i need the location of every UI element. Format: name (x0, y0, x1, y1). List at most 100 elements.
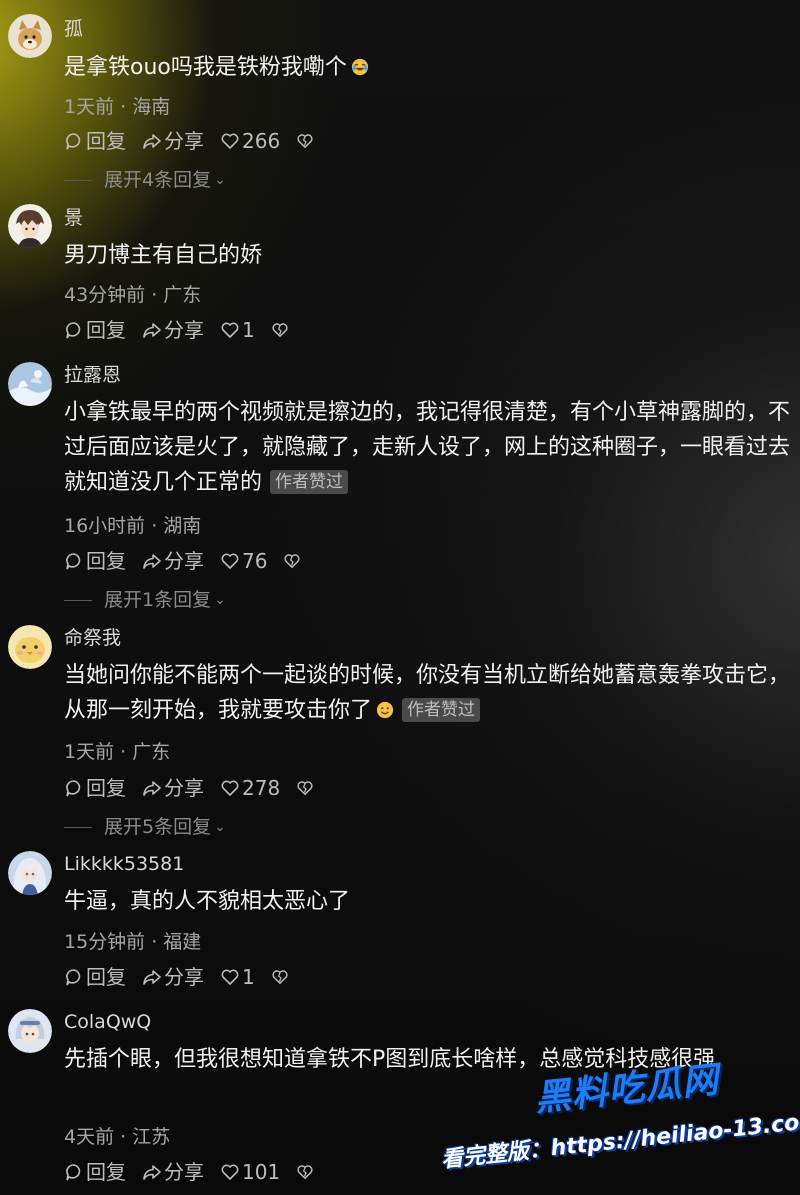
like-button[interactable]: 266 (220, 129, 280, 153)
heart-icon (221, 780, 239, 796)
comment-text: 当她问你能不能两个一起谈的时候，你没有当机立断给她蓄意轰拳攻击它，从那一刻开始，… (64, 663, 791, 723)
like-count: 278 (242, 776, 281, 800)
anime-avatar-icon (8, 1009, 52, 1053)
divider (64, 599, 92, 601)
username[interactable]: 命祭我 (64, 627, 121, 649)
share-icon (143, 781, 161, 796)
reply-icon (66, 1164, 81, 1181)
heart-icon (221, 322, 239, 338)
chevron-down-icon: ⌄ (214, 172, 226, 188)
like-count: 101 (242, 1160, 281, 1184)
dislike-button[interactable] (296, 779, 316, 797)
share-icon (143, 554, 161, 569)
comment-text: 男刀博主有自己的娇 (64, 243, 263, 268)
avatar[interactable] (8, 851, 52, 895)
share-icon (143, 1165, 161, 1180)
comment-text: 小拿铁最早的两个视频就是擦边的，我记得很清楚，有个小草神露脚的，不过后面应该是火… (64, 400, 791, 495)
heart-icon (221, 969, 239, 985)
broken-heart-icon (297, 1165, 313, 1180)
smile-emoji-icon (376, 701, 394, 719)
expand-replies[interactable]: 展开5条回复 ⌄ (64, 816, 226, 838)
like-button[interactable]: 1 (220, 318, 255, 342)
comment-actions: 回复 分享 1 (64, 318, 307, 342)
author-liked-badge: 作者赞过 (270, 470, 349, 494)
like-count: 1 (242, 965, 255, 989)
expand-replies[interactable]: 展开1条回复 ⌄ (64, 589, 226, 611)
username[interactable]: ColaQwQ (64, 1011, 151, 1033)
reply-button[interactable]: 回复 (64, 1160, 126, 1184)
laughing-crying-emoji-icon (351, 58, 368, 76)
comment-meta: 4天前 · 江苏 (64, 1126, 171, 1148)
like-button[interactable]: 101 (220, 1160, 280, 1184)
like-count: 76 (242, 549, 268, 573)
reply-button[interactable]: 回复 (64, 549, 126, 573)
avatar[interactable] (8, 625, 52, 669)
watermark: 黑料吃瓜网 看完整版：https://heiliao-13.com (440, 1059, 800, 1195)
expand-replies[interactable]: 展开4条回复 ⌄ (64, 169, 226, 191)
comment-actions: 回复 分享 278 (64, 776, 332, 800)
username[interactable]: 孤 (64, 18, 83, 40)
landscape-avatar-icon (8, 362, 52, 406)
avatar[interactable] (8, 362, 52, 406)
comment-meta: 1天前 · 广东 (64, 741, 171, 763)
comment-actions: 回复 分享 266 (64, 129, 332, 153)
like-button[interactable]: 76 (220, 549, 267, 573)
like-button[interactable]: 1 (220, 965, 255, 989)
share-button[interactable]: 分享 (142, 965, 204, 989)
heart-icon (221, 1164, 239, 1180)
chick-avatar-icon (8, 625, 52, 669)
broken-heart-icon (272, 970, 288, 985)
like-button[interactable]: 278 (220, 776, 280, 800)
dislike-button[interactable] (271, 321, 291, 339)
share-button[interactable]: 分享 (142, 1160, 204, 1184)
dislike-button[interactable] (271, 968, 291, 986)
share-icon (143, 970, 161, 985)
like-count: 266 (242, 129, 281, 153)
comment-actions: 回复 分享 1 (64, 965, 307, 989)
username[interactable]: 拉露恩 (64, 364, 121, 386)
chevron-down-icon: ⌄ (214, 819, 226, 835)
watermark-brand: 黑料吃瓜网 (532, 1059, 722, 1120)
dislike-button[interactable] (296, 1163, 316, 1181)
author-liked-badge: 作者赞过 (402, 698, 481, 722)
comment-meta: 43分钟前 · 广东 (64, 284, 202, 306)
dog-avatar-icon (8, 14, 52, 58)
share-icon (143, 323, 161, 338)
share-button[interactable]: 分享 (142, 129, 204, 153)
comment-meta: 1天前 · 海南 (64, 96, 171, 118)
comment-meta: 15分钟前 · 福建 (64, 931, 202, 953)
comment-text: 是拿铁ouo吗我是铁粉我嘞个 (64, 50, 792, 85)
heart-icon (221, 133, 239, 149)
comment-text: 牛逼，真的人不貌相太恶心了 (64, 889, 351, 914)
avatar[interactable] (8, 1009, 52, 1053)
username[interactable]: Likkkk53581 (64, 853, 184, 875)
broken-heart-icon (297, 781, 313, 796)
like-count: 1 (242, 318, 255, 342)
reply-icon (66, 322, 81, 339)
broken-heart-icon (284, 554, 301, 569)
username[interactable]: 景 (64, 207, 83, 229)
reply-icon (66, 780, 81, 797)
comment-actions: 回复 分享 76 (64, 549, 319, 573)
share-button[interactable]: 分享 (142, 549, 204, 573)
broken-heart-icon (272, 323, 288, 338)
reply-button[interactable]: 回复 (64, 129, 126, 153)
avatar[interactable] (8, 204, 52, 248)
avatar[interactable] (8, 14, 52, 58)
share-icon (143, 134, 161, 149)
dislike-button[interactable] (283, 552, 303, 570)
reply-button[interactable]: 回复 (64, 776, 126, 800)
comment-actions: 回复 分享 101 (64, 1160, 332, 1184)
share-button[interactable]: 分享 (142, 318, 204, 342)
dislike-button[interactable] (296, 132, 316, 150)
anime-boy-avatar-icon (8, 204, 52, 248)
share-button[interactable]: 分享 (142, 776, 204, 800)
broken-heart-icon (297, 134, 313, 149)
anime-girl-avatar-icon (8, 851, 52, 895)
comment-meta: 16小时前 · 湖南 (64, 515, 202, 537)
divider (64, 179, 92, 181)
divider (64, 826, 92, 828)
chevron-down-icon: ⌄ (214, 592, 226, 608)
reply-button[interactable]: 回复 (64, 318, 126, 342)
reply-button[interactable]: 回复 (64, 965, 126, 989)
